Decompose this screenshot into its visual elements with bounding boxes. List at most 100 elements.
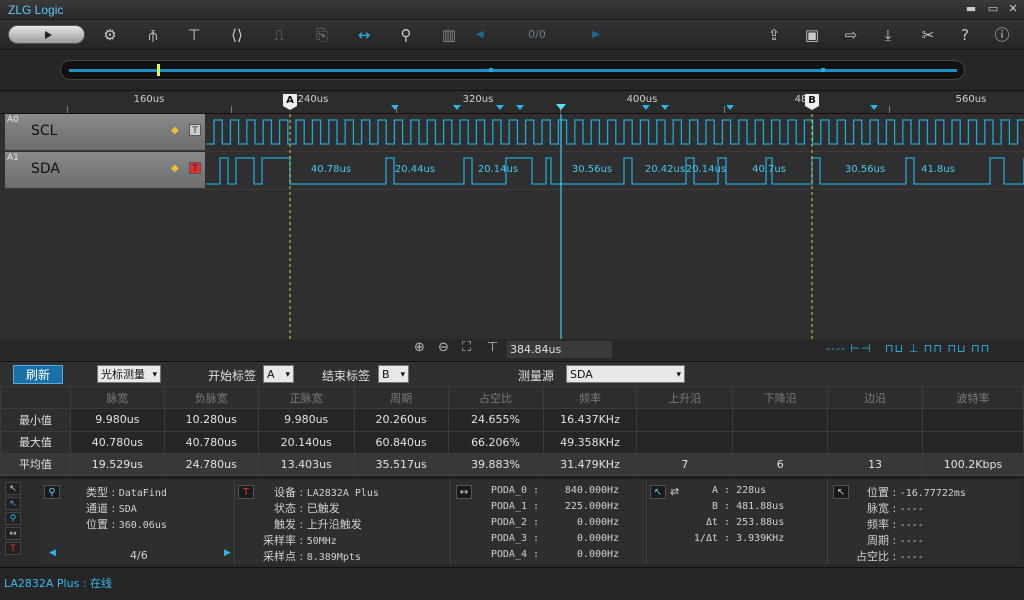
pointer-duty-key: 占空比 <box>856 550 889 563</box>
open-icon[interactable]: ⇪ <box>762 24 786 46</box>
select-icon[interactable]: ↖ <box>5 497 21 510</box>
measure-icon[interactable]: ↔ <box>5 527 21 540</box>
cursor-b-flag[interactable]: B <box>805 94 819 110</box>
channel-scl[interactable]: A0 SCL ◆ T <box>5 114 205 151</box>
column-header: 负脉宽 <box>163 385 259 410</box>
trigger-setting-icon[interactable]: T <box>189 124 201 136</box>
overview-bar[interactable] <box>0 51 1024 91</box>
step-icon[interactable]: ⎍ <box>267 24 291 46</box>
trigger-value: 上升沿触发 <box>306 518 362 531</box>
table-row: 最小值 9.980us 10.280us 9.980us 20.260us 24… <box>0 408 1024 432</box>
source-caption: 测量源 <box>518 369 555 383</box>
download-icon[interactable]: ⤓ <box>876 24 900 46</box>
overview-window-handle[interactable] <box>157 64 160 76</box>
state-value: 已触发 <box>306 502 340 515</box>
edge-marker <box>870 105 878 110</box>
maximize-button[interactable]: ▭ <box>984 2 1002 16</box>
minimize-button[interactable]: ▬ <box>962 2 980 16</box>
table-cell: 35.517us <box>353 452 449 477</box>
export-icon[interactable]: ⎘ <box>310 24 334 46</box>
pointer-freq-key: 频率 <box>867 518 889 531</box>
column-header: 上升沿 <box>636 385 734 410</box>
trigger-icon[interactable]: T <box>5 542 21 555</box>
waveform-legend: ---- ⊢⊣ ⊓⊔ ⊥ ⊓⊓ ⊓⊔ ⊓⊓ <box>826 342 991 355</box>
source-select[interactable]: SDA <box>566 365 685 384</box>
pulse-width-label: 20.44us <box>394 164 436 175</box>
pointer-icon[interactable]: ↖ <box>5 482 21 495</box>
save-icon[interactable]: ▣ <box>800 24 824 46</box>
text-icon[interactable]: ⊤ <box>182 24 206 46</box>
pulse-width-label: 30.56us <box>571 164 613 175</box>
cursor-a-flag[interactable]: A <box>283 94 297 110</box>
cursor-b-value: 481.88us <box>736 501 785 512</box>
poda-value: 0.000Hz <box>576 517 620 528</box>
search-icon[interactable]: ⚲ <box>394 24 418 46</box>
column-header: 边沿 <box>827 385 923 410</box>
table-cell <box>636 430 734 454</box>
row-header: 最小值 <box>0 408 71 432</box>
bus-icon[interactable]: ⟨⟩ <box>225 24 249 46</box>
edge-marker <box>726 105 734 110</box>
start-label-select[interactable]: A <box>263 365 294 384</box>
measure-mode-select[interactable]: 光标测量 <box>97 365 161 384</box>
device-value: LA2832A Plus <box>306 488 379 499</box>
overview-track[interactable] <box>60 60 965 80</box>
position-key: 位置 <box>86 518 108 531</box>
title-bar: ZLG Logic ▬ ▭ ✕ <box>0 0 1024 20</box>
table-cell: 40.780us <box>163 430 259 454</box>
poda-value: 225.000Hz <box>564 501 620 512</box>
search-result-count: 0/0 <box>528 28 546 41</box>
table-cell <box>636 408 734 432</box>
edge-marker <box>516 105 524 110</box>
points-key: 采样点 <box>263 550 296 563</box>
waveform-canvas[interactable] <box>206 114 1024 339</box>
overview-marker <box>821 68 825 72</box>
refresh-button[interactable]: 刷新 <box>13 365 63 384</box>
info-icon[interactable]: ⓘ <box>990 24 1014 46</box>
zoom-out-icon[interactable]: ⊖ <box>438 340 449 355</box>
next-icon[interactable]: ▶ <box>584 24 608 46</box>
channel-key: 通道 <box>86 502 108 515</box>
run-button[interactable] <box>8 25 85 44</box>
pulse-width-label: 30.56us <box>844 164 886 175</box>
start-label-caption: 开始标签 <box>208 369 257 383</box>
main-toolbar: ⚙ ⫚ ⊤ ⟨⟩ ⎍ ⎘ ↔ ⚲ ▥ ◀ 0/0 ▶ ⇪ ▣ ⇨ ⤓ ✂ ? ⓘ <box>0 20 1024 50</box>
prev-icon[interactable]: ◀ <box>468 24 492 46</box>
next-result-icon[interactable]: ▶ <box>224 548 231 558</box>
search-icon[interactable]: ⚲ <box>5 512 21 525</box>
zoom-in-icon[interactable]: ⊕ <box>414 340 425 355</box>
table-cell: 100.2Kbps <box>922 452 1024 477</box>
tools-icon[interactable]: ✂ <box>916 24 940 46</box>
poda-key: PODA_0 <box>490 485 527 496</box>
position-value: 360.06us <box>118 520 167 531</box>
save-as-icon[interactable]: ⇨ <box>839 24 863 46</box>
marker-icon[interactable]: ⊤ <box>487 340 498 355</box>
reorder-icon[interactable]: ◆ <box>171 163 179 174</box>
column-header: 周期 <box>353 385 449 410</box>
measure-width-icon[interactable]: ↔ <box>352 24 376 46</box>
poda-value: 0.000Hz <box>576 533 620 544</box>
row-header: 最大值 <box>0 430 71 454</box>
channel-name: SCL <box>31 123 58 139</box>
waveform-area[interactable]: A0 SCL ◆ T A1 SDA ◆ T 40.78us 20.44us 20… <box>0 114 1024 339</box>
end-label-select[interactable]: B <box>378 365 409 384</box>
trigger-setting-icon[interactable]: T <box>189 162 201 174</box>
column-header: 脉宽 <box>69 385 165 410</box>
edge-marker <box>391 105 399 110</box>
measure-width-icon: ↔ <box>456 485 472 499</box>
channel-sda[interactable]: A1 SDA ◆ T <box>5 152 205 189</box>
prev-result-icon[interactable]: ◀ <box>49 548 56 558</box>
close-button[interactable]: ✕ <box>1004 2 1022 16</box>
trigger-marker <box>556 104 566 110</box>
tick-label: 320us <box>462 94 494 105</box>
fit-icon[interactable]: ⛶ <box>462 340 471 355</box>
reorder-icon[interactable]: ◆ <box>171 125 179 136</box>
table-cell: 9.980us <box>257 408 355 432</box>
channel-id: A1 <box>7 153 19 163</box>
gear-icon[interactable]: ⚙ <box>98 24 122 46</box>
time-ruler[interactable]: 160us 240us 320us 400us 48 560us A B <box>0 92 1024 114</box>
help-icon[interactable]: ? <box>953 24 977 46</box>
memory-icon[interactable]: ▥ <box>437 24 461 46</box>
probe-icon[interactable]: ⫚ <box>141 24 165 46</box>
pointer-width-value: ---- <box>899 504 924 515</box>
